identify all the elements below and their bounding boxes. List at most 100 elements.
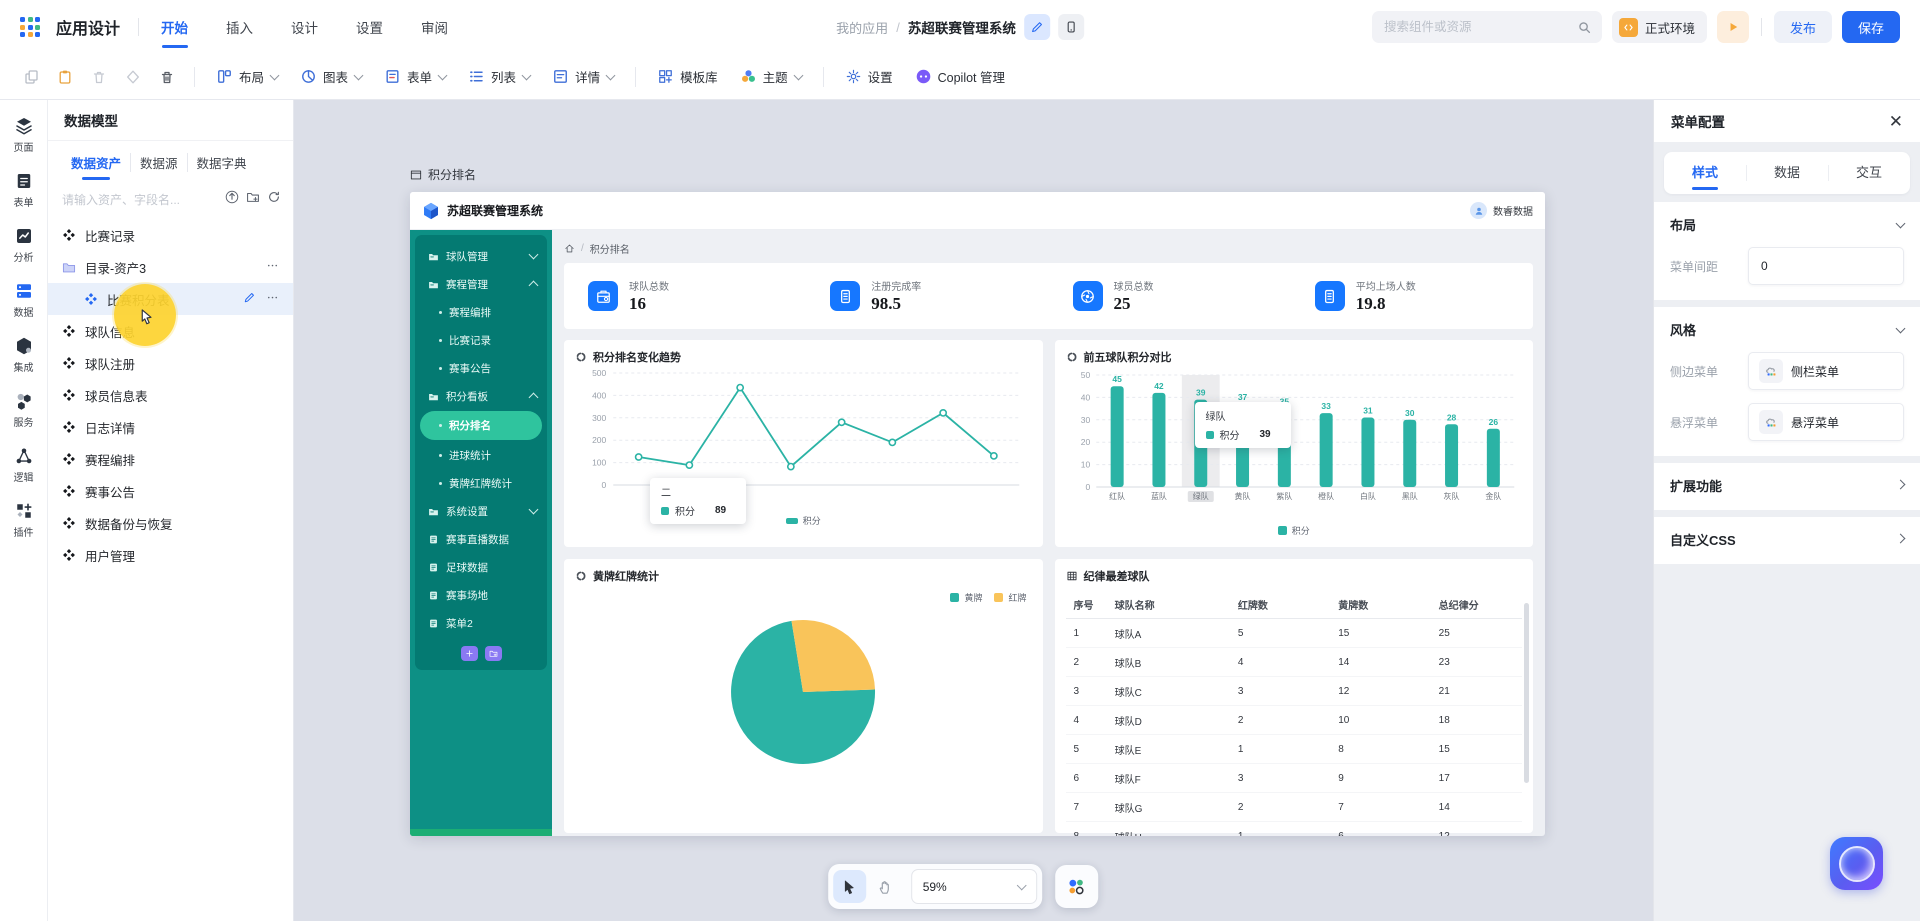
nav-tab-3[interactable]: 设置 (356, 0, 383, 54)
close-icon[interactable]: ✕ (1889, 113, 1903, 130)
tree-item-4[interactable]: 球队注册 (48, 347, 293, 379)
edit-app-button[interactable] (1024, 14, 1050, 40)
nav-tab-4[interactable]: 审阅 (421, 0, 448, 54)
add-menu-group-button[interactable] (485, 646, 502, 661)
new-folder-button[interactable] (246, 190, 260, 209)
menu-gap-input[interactable] (1748, 247, 1904, 285)
bar-chart-card[interactable]: 前五球队积分对比 0102030405045红队42蓝队39绿队37黄队35紫队… (1055, 340, 1534, 547)
nav-tab-2[interactable]: 设计 (291, 0, 318, 54)
table-header[interactable]: 红牌数 (1230, 591, 1330, 619)
app-menu-item-12[interactable]: 赛事场地 (415, 581, 547, 609)
data-tab-0[interactable]: 数据资产 (62, 153, 130, 172)
tree-item-8[interactable]: 赛事公告 (48, 475, 293, 507)
toolbar-copilot-button[interactable]: Copilot 管理 (906, 62, 1014, 92)
rail-item-services[interactable]: 服务 (14, 391, 34, 429)
ai-assistant-button[interactable] (1830, 837, 1883, 890)
layout-section-header[interactable]: 布局 (1670, 215, 1904, 234)
save-button[interactable]: 保存 (1842, 11, 1900, 43)
toolbar-detail-button[interactable]: 详情 (543, 62, 623, 92)
table-scrollbar[interactable] (1524, 603, 1529, 783)
breadcrumb-parent[interactable]: 我的应用 (836, 18, 888, 37)
format-brush-button[interactable] (118, 63, 148, 91)
app-menu-item-10[interactable]: 赛事直播数据 (415, 525, 547, 553)
tree-item-6[interactable]: 日志详情 (48, 411, 293, 443)
delete-button[interactable] (84, 63, 114, 91)
publish-button[interactable]: 发布 (1774, 11, 1832, 43)
app-menu-item-0[interactable]: 球队管理 (415, 242, 547, 270)
toolbar-list-button[interactable]: 列表 (459, 62, 539, 92)
environment-switch[interactable]: 正式环境 (1612, 11, 1707, 43)
asset-search-input[interactable] (60, 192, 211, 208)
style-select-1[interactable]: 悬浮菜单 (1748, 403, 1904, 441)
tree-item-0[interactable]: 比赛记录 (48, 219, 293, 251)
rail-item-plugin[interactable]: 插件 (14, 501, 34, 539)
tree-item-5[interactable]: 球员信息表 (48, 379, 293, 411)
select-tool-button[interactable] (833, 870, 866, 903)
config-tab-0[interactable]: 样式 (1664, 152, 1746, 194)
app-menu-item-5[interactable]: 积分看板 (415, 382, 547, 410)
toolbar-gear-button[interactable]: 设置 (836, 62, 902, 92)
tree-item-10[interactable]: 用户管理 (48, 539, 293, 571)
config-tab-1[interactable]: 数据 (1746, 152, 1828, 194)
app-menu-item-1[interactable]: 赛程管理 (415, 270, 547, 298)
table-header[interactable]: 球队名称 (1107, 591, 1230, 619)
upload-button[interactable] (225, 190, 239, 209)
extensions-section-header[interactable]: 扩展功能 (1670, 476, 1904, 495)
style-section-header[interactable]: 风格 (1670, 320, 1904, 339)
data-tab-2[interactable]: 数据字典 (187, 153, 256, 172)
rail-item-database[interactable]: 数据 (14, 281, 34, 319)
rail-item-integration[interactable]: 集成 (14, 336, 34, 374)
app-preview[interactable]: 苏超联赛管理系统 数睿数据 球队管理赛程管理赛程编排比赛记录赛事公告积分看板积分… (410, 192, 1545, 836)
legend-item[interactable]: 黄牌 (950, 591, 982, 604)
discipline-table-card[interactable]: 纪律最差球队 序号球队名称红牌数黄牌数总纪律分1球队A515252球队B4142… (1055, 559, 1534, 833)
pan-tool-button[interactable] (869, 870, 902, 903)
style-select-0[interactable]: 侧栏菜单 (1748, 352, 1904, 390)
preview-side-menu[interactable]: 球队管理赛程管理赛程编排比赛记录赛事公告积分看板积分排名进球统计黄牌红牌统计系统… (410, 230, 552, 836)
run-preview-button[interactable] (1717, 11, 1749, 43)
data-tab-1[interactable]: 数据源 (130, 153, 187, 172)
app-menu-item-9[interactable]: 系统设置 (415, 497, 547, 525)
app-menu-item-4[interactable]: 赛事公告 (415, 354, 547, 382)
tree-item-7[interactable]: 赛程编排 (48, 443, 293, 475)
legend-item[interactable]: 积分 (786, 514, 821, 527)
pie-chart-card[interactable]: 黄牌红牌统计 黄牌红牌 (564, 559, 1043, 833)
refresh-button[interactable] (267, 190, 281, 209)
config-tab-2[interactable]: 交互 (1828, 152, 1910, 194)
custom-css-section-header[interactable]: 自定义CSS (1670, 530, 1904, 549)
toolbar-chart-button[interactable]: 图表 (291, 62, 371, 92)
app-menu-item-8[interactable]: 黄牌红牌统计 (415, 469, 547, 497)
nav-tab-0[interactable]: 开始 (161, 0, 188, 54)
app-menu-item-7[interactable]: 进球统计 (415, 441, 547, 469)
app-menu-item-6[interactable]: 积分排名 (420, 411, 542, 440)
toolbar-form-button[interactable]: 表单 (375, 62, 455, 92)
component-search-input[interactable] (1382, 19, 1577, 35)
legend-item[interactable]: 积分 (1278, 524, 1310, 537)
legend-item[interactable]: 红牌 (994, 591, 1026, 604)
zoom-select[interactable]: 59% (911, 869, 1037, 904)
app-menu-item-11[interactable]: 足球数据 (415, 553, 547, 581)
rail-item-analytics[interactable]: 分析 (14, 226, 34, 264)
rail-item-form-doc[interactable]: 表单 (14, 171, 34, 209)
line-chart-card[interactable]: 积分排名变化趋势 0100200300400500积分二积分89 (564, 340, 1043, 547)
tree-item-9[interactable]: 数据备份与恢复 (48, 507, 293, 539)
table-header[interactable]: 总纪律分 (1431, 591, 1522, 619)
nav-tab-1[interactable]: 插入 (226, 0, 253, 54)
component-search[interactable] (1372, 11, 1602, 43)
design-canvas[interactable]: 积分排名 苏超联赛管理系统 数睿数据 球队管理赛程管理赛程编排比赛记录赛事公告积… (294, 100, 1653, 921)
canvas-page-tab[interactable]: 积分排名 (410, 166, 476, 183)
clear-button[interactable] (152, 63, 182, 91)
table-header[interactable]: 序号 (1066, 591, 1107, 619)
rail-item-logic[interactable]: 逻辑 (14, 446, 34, 484)
rail-item-pages[interactable]: 页面 (14, 116, 34, 154)
more-button[interactable] (266, 291, 279, 307)
toolbar-layout-button[interactable]: 布局 (207, 62, 287, 92)
table-header[interactable]: 黄牌数 (1330, 591, 1430, 619)
toolbar-theme-button[interactable]: 主题 (731, 62, 811, 92)
app-menu-item-2[interactable]: 赛程编排 (415, 298, 547, 326)
add-menu-button[interactable] (461, 646, 478, 661)
device-preview-button[interactable] (1058, 14, 1084, 40)
app-menu-item-13[interactable]: 菜单2 (415, 609, 547, 637)
app-menu-item-3[interactable]: 比赛记录 (415, 326, 547, 354)
copy-button[interactable] (16, 63, 46, 91)
toolbar-template-button[interactable]: 模板库 (648, 62, 727, 92)
